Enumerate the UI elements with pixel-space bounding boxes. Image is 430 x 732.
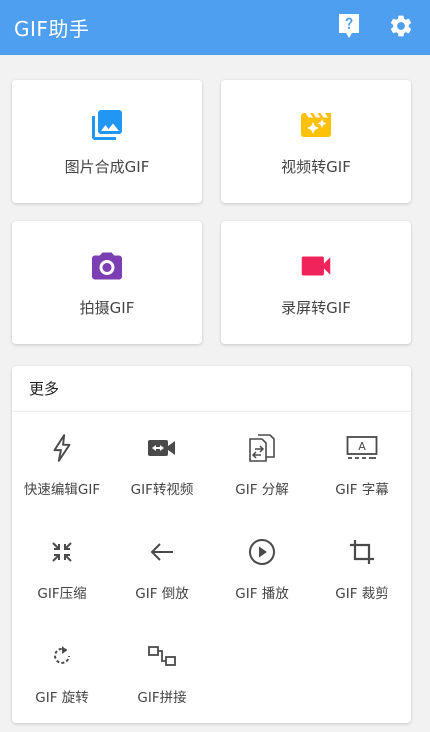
rotate-icon <box>46 640 78 672</box>
flash-icon <box>46 432 78 464</box>
play-icon <box>246 536 278 568</box>
gif-reverse-tool[interactable]: GIF 倒放 <box>112 518 212 618</box>
help-button[interactable] <box>334 13 364 43</box>
quick-edit-gif-tool[interactable]: 快速编辑GIF <box>12 414 112 514</box>
gear-icon <box>388 13 414 43</box>
gif-to-video-tool[interactable]: GIF转视频 <box>112 414 212 514</box>
video-to-gif-card[interactable]: 视频转GIF <box>221 80 411 203</box>
videocam-icon <box>297 247 335 285</box>
gif-compress-tool[interactable]: GIF压缩 <box>12 518 112 618</box>
tool-label: GIF 倒放 <box>135 586 189 602</box>
tool-label: GIF 分解 <box>235 482 289 498</box>
tool-label: 快速编辑GIF <box>23 482 101 498</box>
image-to-gif-label: 图片合成GIF <box>64 158 150 176</box>
settings-button[interactable] <box>386 13 416 43</box>
camera-icon <box>88 247 126 285</box>
shoot-gif-label: 拍摄GIF <box>79 299 135 317</box>
split-icon <box>246 432 278 464</box>
gif-crop-tool[interactable]: GIF 裁剪 <box>312 518 412 618</box>
more-tools-card: 更多 快速编辑GIF GIF转视频 GIF 分解 A GIF 字幕 GIF压缩 … <box>12 366 411 723</box>
tool-label: GIF拼接 <box>137 690 187 706</box>
tool-label: GIF压缩 <box>37 586 87 602</box>
gif-join-tool[interactable]: GIF拼接 <box>112 622 212 722</box>
join-icon <box>146 640 178 672</box>
arrow-back-icon <box>146 536 178 568</box>
subtitle-icon: A <box>346 432 378 464</box>
gif-play-tool[interactable]: GIF 播放 <box>212 518 312 618</box>
movie-filter-icon <box>297 106 335 144</box>
shoot-gif-card[interactable]: 拍摄GIF <box>12 221 202 344</box>
help-icon <box>337 13 361 43</box>
screen-record-to-gif-card[interactable]: 录屏转GIF <box>221 221 411 344</box>
tool-label: GIF转视频 <box>130 482 194 498</box>
video-convert-icon <box>146 432 178 464</box>
tool-label: GIF 旋转 <box>35 690 89 706</box>
crop-icon <box>346 536 378 568</box>
svg-text:A: A <box>358 440 366 453</box>
tool-label: GIF 播放 <box>235 586 289 602</box>
more-title: 更多 <box>12 366 411 412</box>
tool-label: GIF 字幕 <box>335 482 389 498</box>
app-title: GIF助手 <box>14 17 90 41</box>
photo-library-icon <box>88 106 126 144</box>
compress-icon <box>46 536 78 568</box>
app-bar: GIF助手 <box>0 0 430 55</box>
gif-split-tool[interactable]: GIF 分解 <box>212 414 312 514</box>
gif-subtitle-tool[interactable]: A GIF 字幕 <box>312 414 412 514</box>
gif-rotate-tool[interactable]: GIF 旋转 <box>12 622 112 722</box>
image-to-gif-card[interactable]: 图片合成GIF <box>12 80 202 203</box>
tool-label: GIF 裁剪 <box>335 586 389 602</box>
video-to-gif-label: 视频转GIF <box>281 158 351 176</box>
screen-record-to-gif-label: 录屏转GIF <box>281 299 351 317</box>
